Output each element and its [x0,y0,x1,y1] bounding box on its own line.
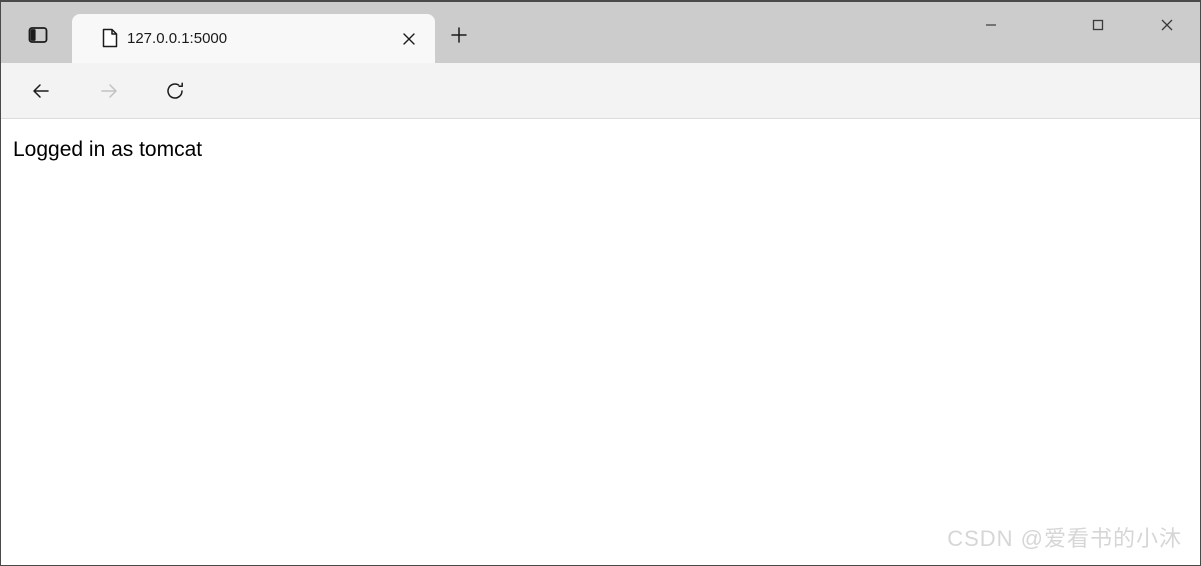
watermark: CSDN @爱看书的小沐 [947,526,1182,551]
page-body-text: Logged in as tomcat [13,138,203,161]
title-bar: 127.0.0.1:5000 [1,2,1200,63]
browser-tab-title: 127.0.0.1:5000 [127,30,228,47]
vertical-tabs-icon[interactable] [21,21,55,49]
page-document-icon [99,27,121,49]
window-minimize-button[interactable] [968,2,1014,48]
back-button[interactable] [25,75,57,107]
close-icon[interactable] [397,27,421,51]
window-close-button[interactable] [1144,2,1190,48]
browser-window: 127.0.0.1:5000 Logged in as tomcat CSDN … [0,0,1201,566]
browser-toolbar: 127.0.0.1:5000 [1,63,1200,173]
browser-tab[interactable]: 127.0.0.1:5000 [72,14,435,63]
page-content: Logged in as tomcat [1,120,1200,565]
new-tab-button[interactable] [444,20,474,50]
forward-button[interactable] [93,75,125,107]
window-maximize-button[interactable] [1075,2,1121,48]
refresh-icon[interactable] [159,75,191,107]
